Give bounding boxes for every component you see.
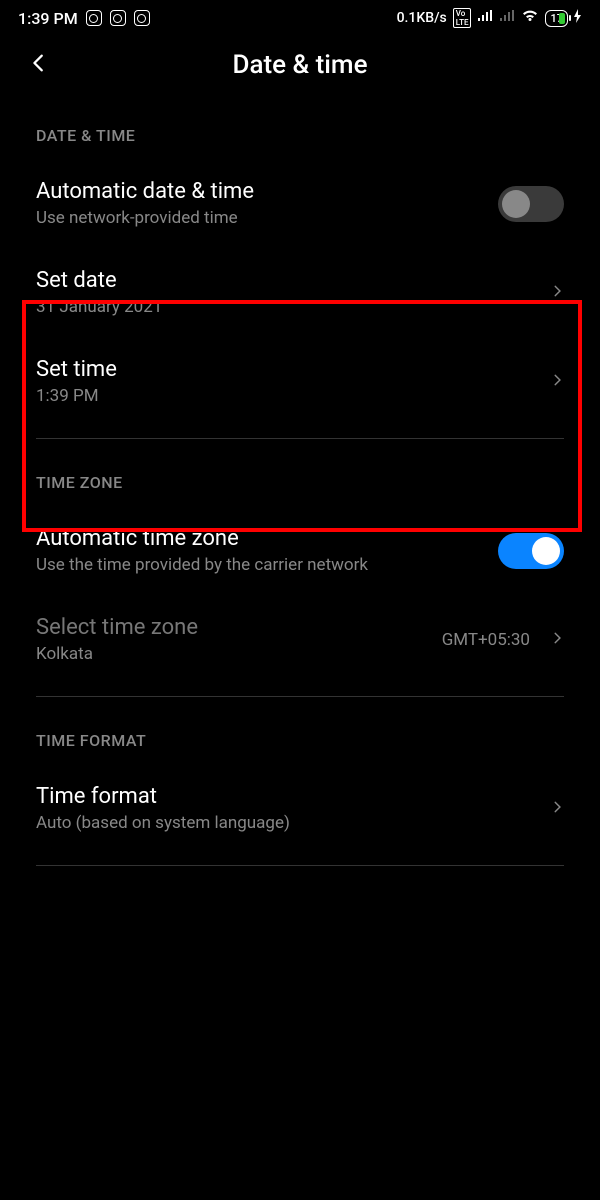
instagram-notification-icon xyxy=(86,10,102,26)
row-select-time-zone: Select time zone Kolkata GMT+05:30 xyxy=(0,595,600,684)
chevron-right-icon xyxy=(550,798,564,820)
toggle-knob xyxy=(532,537,560,565)
volte-icon: VoLTE xyxy=(453,8,472,28)
instagram-notification-icon xyxy=(110,10,126,26)
divider xyxy=(36,438,564,439)
section-header-time-zone: TIME ZONE xyxy=(0,451,600,506)
page-title: Date & time xyxy=(28,50,572,80)
wifi-icon xyxy=(521,9,539,27)
instagram-notification-icon xyxy=(134,10,150,26)
toggle-knob xyxy=(502,190,530,218)
section-header-time-format: TIME FORMAT xyxy=(0,709,600,764)
status-bar: 1:39 PM 0.1KB/s VoLTE 17 xyxy=(0,0,600,32)
row-automatic-time-zone[interactable]: Automatic time zone Use the time provide… xyxy=(0,506,600,595)
divider xyxy=(36,696,564,697)
row-subtitle: 31 January 2021 xyxy=(36,297,538,317)
toggle-automatic-time-zone[interactable] xyxy=(498,533,564,569)
status-time: 1:39 PM xyxy=(18,9,78,28)
chevron-right-icon xyxy=(550,282,564,304)
signal-icon xyxy=(477,10,493,26)
row-automatic-date-time[interactable]: Automatic date & time Use network-provid… xyxy=(0,159,600,248)
row-title: Automatic time zone xyxy=(36,526,486,551)
chevron-right-icon xyxy=(550,371,564,393)
row-title: Select time zone xyxy=(36,615,430,640)
back-button[interactable] xyxy=(28,52,50,78)
toggle-automatic-date-time[interactable] xyxy=(498,186,564,222)
row-subtitle: 1:39 PM xyxy=(36,386,538,406)
chevron-right-icon xyxy=(550,629,564,651)
row-time-format[interactable]: Time format Auto (based on system langua… xyxy=(0,764,600,853)
signal-icon-2 xyxy=(499,10,515,26)
battery-icon: 17 xyxy=(545,10,568,27)
row-title: Set date xyxy=(36,268,538,293)
divider xyxy=(36,865,564,866)
page-header: Date & time xyxy=(0,32,600,104)
row-set-time[interactable]: Set time 1:39 PM xyxy=(0,337,600,426)
time-zone-value: GMT+05:30 xyxy=(442,630,530,650)
row-title: Set time xyxy=(36,357,538,382)
row-subtitle: Auto (based on system language) xyxy=(36,813,538,833)
charging-icon xyxy=(574,9,582,27)
data-rate: 0.1KB/s xyxy=(397,10,447,26)
section-header-date-time: DATE & TIME xyxy=(0,104,600,159)
row-subtitle: Use network-provided time xyxy=(36,208,486,228)
chevron-left-icon xyxy=(28,52,50,74)
row-set-date[interactable]: Set date 31 January 2021 xyxy=(0,248,600,337)
row-subtitle: Use the time provided by the carrier net… xyxy=(36,555,486,575)
row-title: Automatic date & time xyxy=(36,179,486,204)
row-title: Time format xyxy=(36,784,538,809)
row-subtitle: Kolkata xyxy=(36,644,430,664)
